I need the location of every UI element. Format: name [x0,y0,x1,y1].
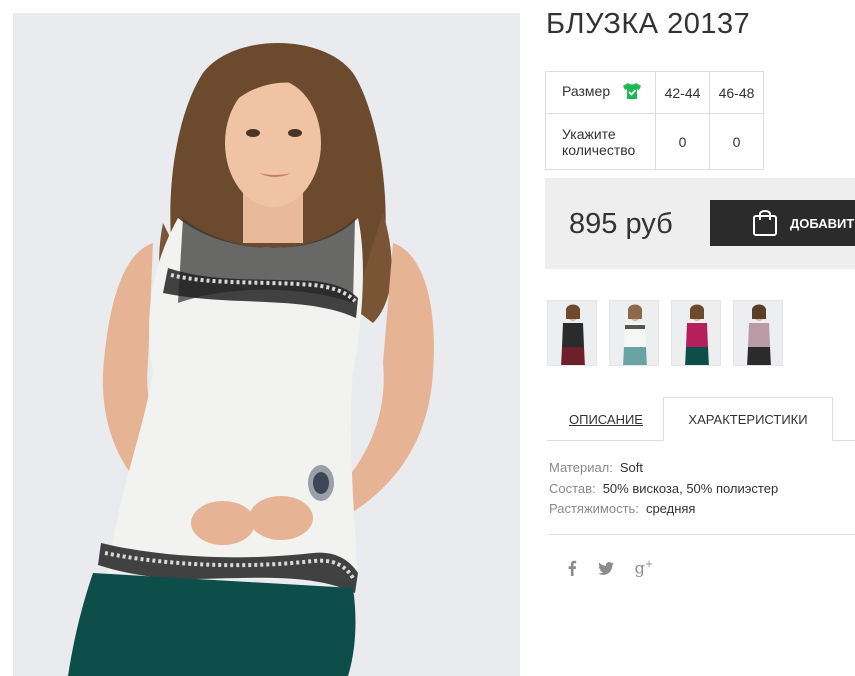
thumb-black-blouse[interactable] [547,300,597,366]
tab-description[interactable]: ОПИСАНИЕ [547,397,665,441]
spec-key: Материал: [549,460,613,475]
quantity-row: Укажите количество 0 0 [545,113,764,170]
spec-value: средняя [645,501,696,516]
size-row: Размер 42-44 46-48 [545,71,764,114]
product-tabs: ОПИСАНИЕ ХАРАКТЕРИСТИКИ [547,397,855,441]
add-to-cart-label: ДОБАВИТЬ [790,215,855,231]
spec-row-stretch: Растяжимость: средняя [549,499,778,520]
shirt-check-icon [622,82,642,103]
product-price: 895 руб [569,208,673,240]
spec-row-material: Материал: Soft [549,458,778,479]
spec-key: Растяжимость: [549,501,639,516]
main-product-image[interactable] [13,13,520,676]
twitter-icon[interactable] [595,557,617,579]
spec-value: 50% вискоза, 50% полиэстер [602,480,779,496]
thumb-mauve-blouse[interactable] [733,300,783,366]
facebook-icon[interactable] [561,557,583,579]
google-plus-icon[interactable]: g+ [633,557,655,579]
size-quantity-table: Размер 42-44 46-48 Укажите количество 0 … [545,71,764,170]
quantity-label-line2: количество [562,141,636,158]
product-specs: Материал: Soft Состав: 50% вискоза, 50% по… [549,458,778,520]
tab-characteristics[interactable]: ХАРАКТЕРИСТИКИ [663,397,833,441]
quantity-label-line1: Укажите [562,125,616,142]
spec-value: Soft [619,460,644,475]
quantity-label-cell: Укажите количество [545,113,656,170]
product-photo [13,13,520,676]
add-to-cart-button[interactable]: ДОБАВИТЬ [710,200,855,246]
social-divider [549,534,855,535]
size-option-42-44[interactable]: 42-44 [655,71,710,114]
product-title: БЛУЗКА 20137 [546,8,751,40]
size-label: Размер [562,83,611,100]
price-box: 895 руб ДОБАВИТЬ [545,178,855,269]
shopping-bag-icon [752,207,778,240]
spec-row-composition: Состав: 50% вискоза, 50% полиэстер [549,479,778,500]
quantity-input-46-48[interactable]: 0 [709,113,764,170]
quantity-input-42-44[interactable]: 0 [655,113,710,170]
thumb-white-blouse[interactable] [609,300,659,366]
size-label-cell: Размер [545,71,656,114]
thumb-fuchsia-blouse[interactable] [671,300,721,366]
spec-key: Состав: [549,480,596,496]
size-option-46-48[interactable]: 46-48 [709,71,764,114]
